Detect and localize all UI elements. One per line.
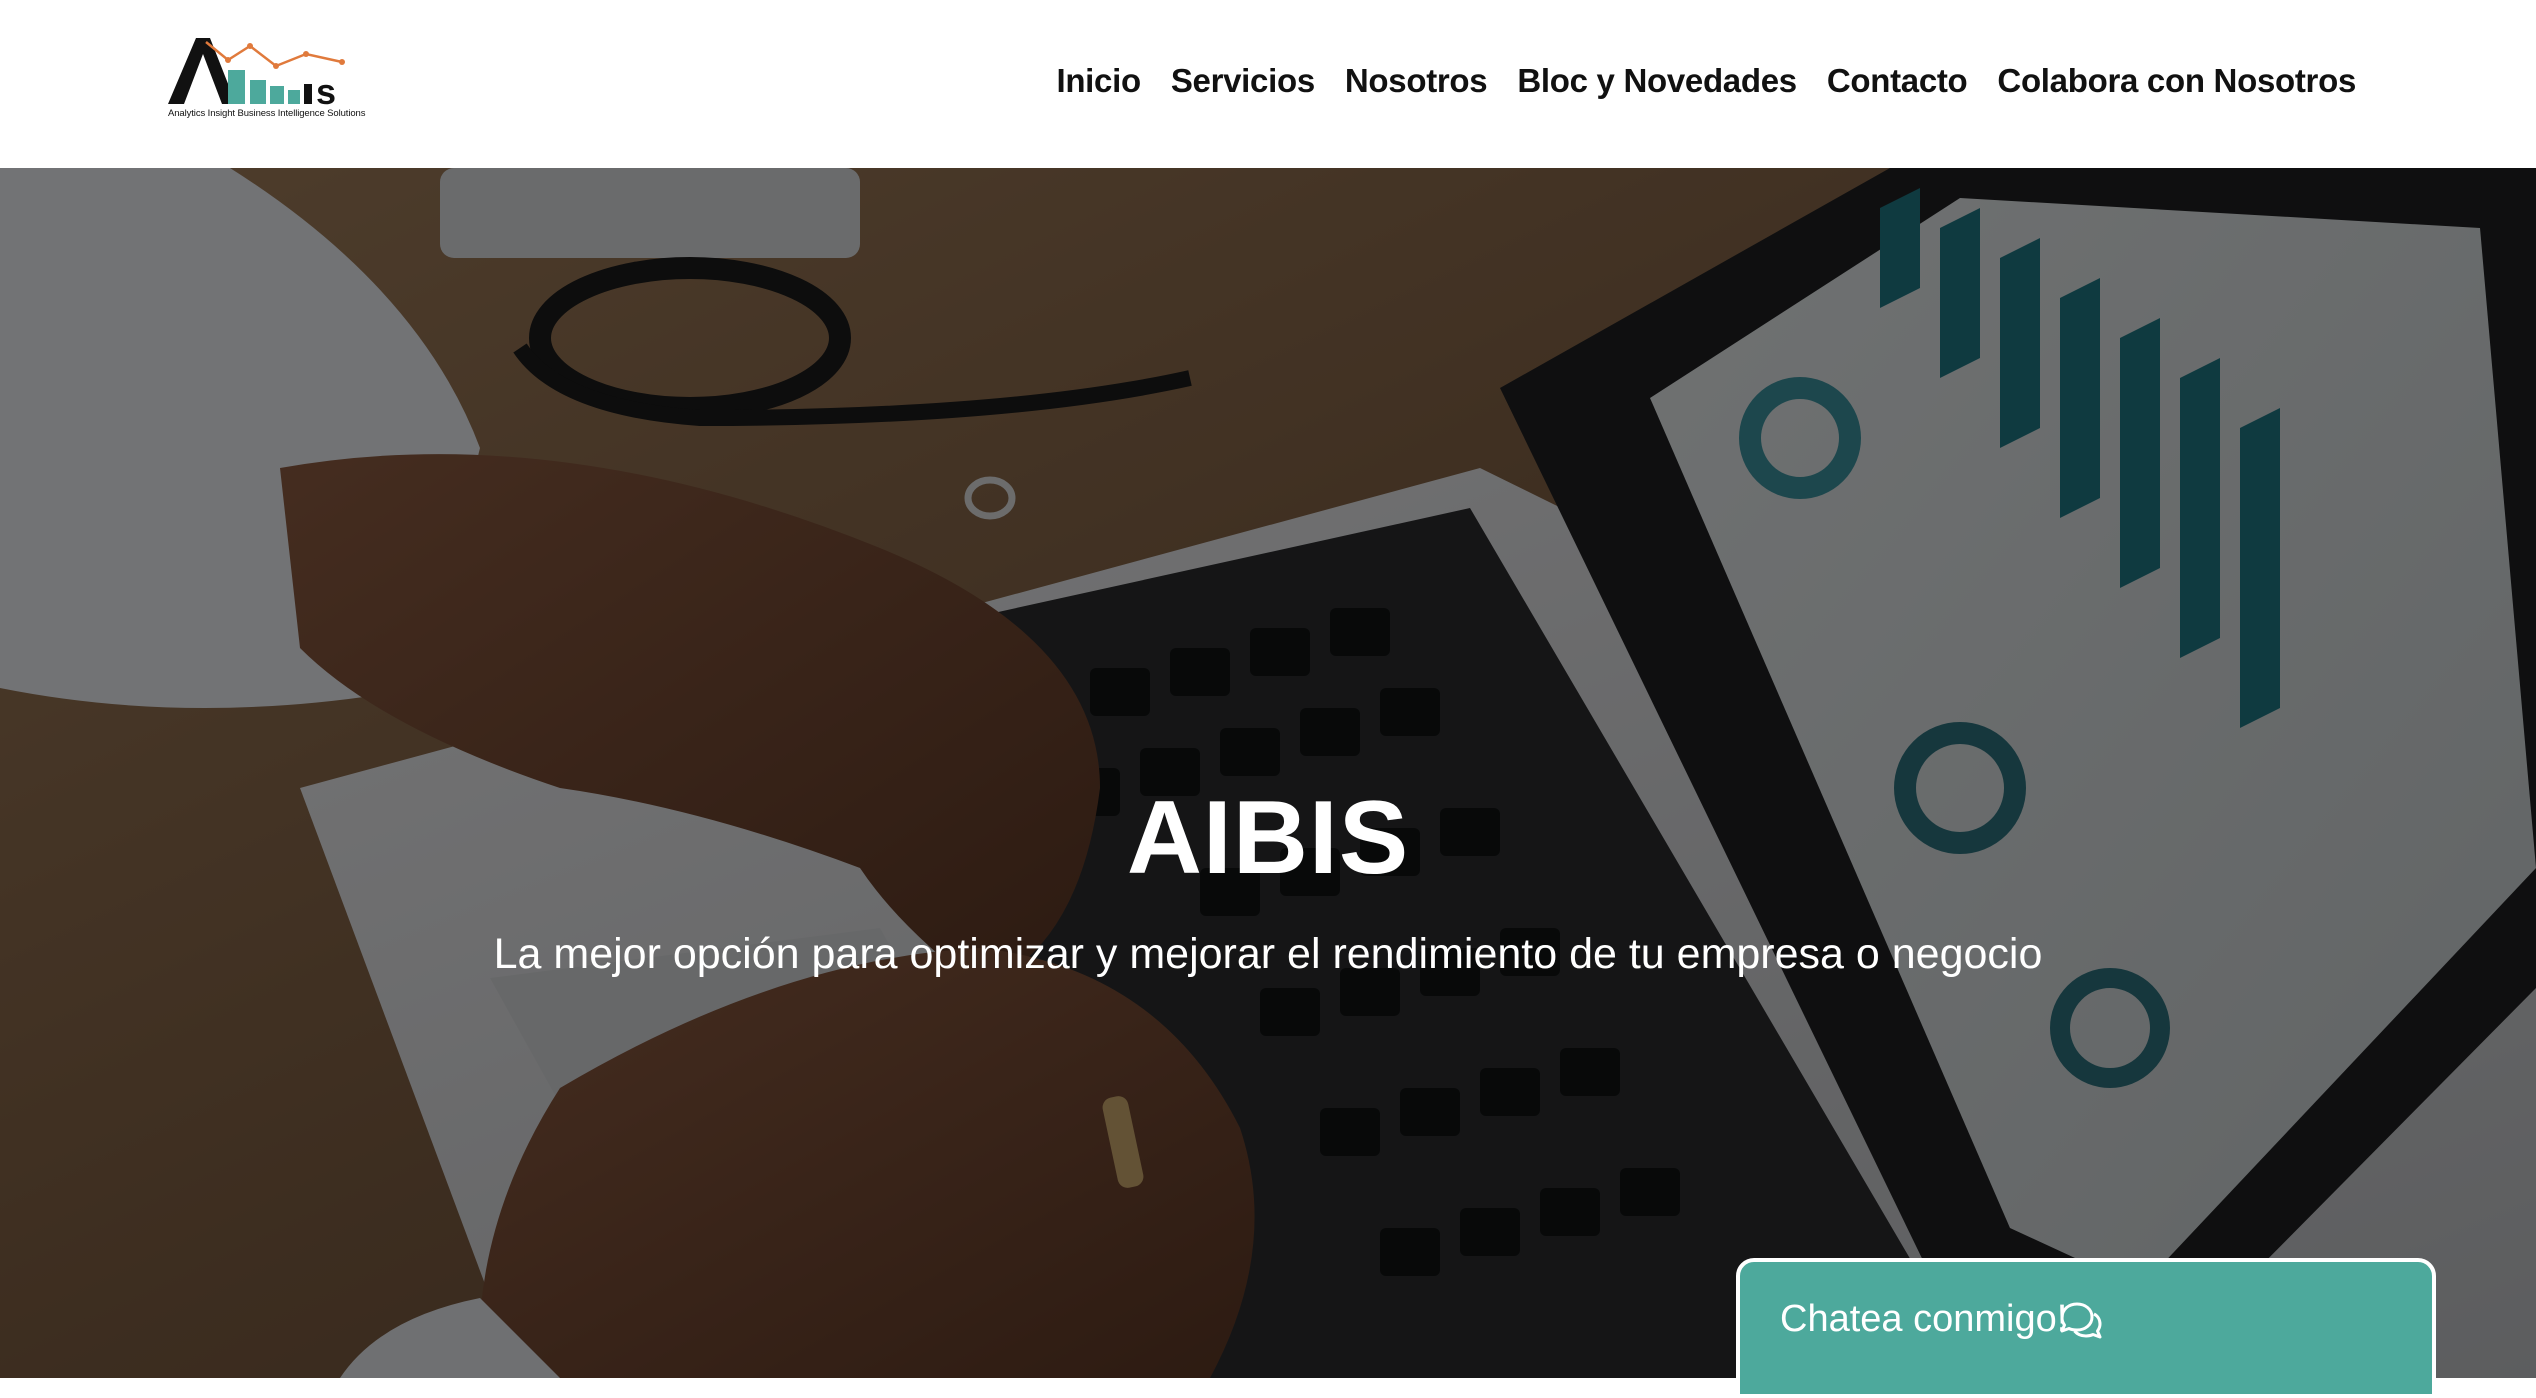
site-logo[interactable]: s Analytics Insight Business Intelligenc… xyxy=(166,32,365,124)
chat-widget-button[interactable]: Chatea conmigo! xyxy=(1736,1258,2436,1398)
svg-text:s: s xyxy=(316,71,336,112)
hero-dark-overlay xyxy=(0,168,2536,1378)
nav-item-contacto[interactable]: Contacto xyxy=(1827,62,1968,100)
hero-subtitle: La mejor opción para optimizar y mejorar… xyxy=(493,930,2043,978)
nav-item-nosotros[interactable]: Nosotros xyxy=(1345,62,1488,100)
nav-item-colabora[interactable]: Colabora con Nosotros xyxy=(1997,62,2356,100)
hero-title: AIBIS xyxy=(1126,779,1410,896)
nav-item-inicio[interactable]: Inicio xyxy=(1056,62,1141,100)
chat-bubbles-icon xyxy=(2060,1302,2102,1339)
logo-mark-icon: s xyxy=(168,38,345,112)
hero-section: AIBIS La mejor opción para optimizar y m… xyxy=(0,168,2536,1378)
nav-item-bloc-novedades[interactable]: Bloc y Novedades xyxy=(1517,62,1797,100)
chat-label: Chatea conmigo! xyxy=(1780,1298,2068,1340)
main-navigation: Inicio Servicios Nosotros Bloc y Novedad… xyxy=(1026,62,2356,100)
site-header: s Analytics Insight Business Intelligenc… xyxy=(0,0,2536,168)
logo-tagline: Analytics Insight Business Intelligence … xyxy=(168,108,366,119)
nav-item-servicios[interactable]: Servicios xyxy=(1171,62,1315,100)
